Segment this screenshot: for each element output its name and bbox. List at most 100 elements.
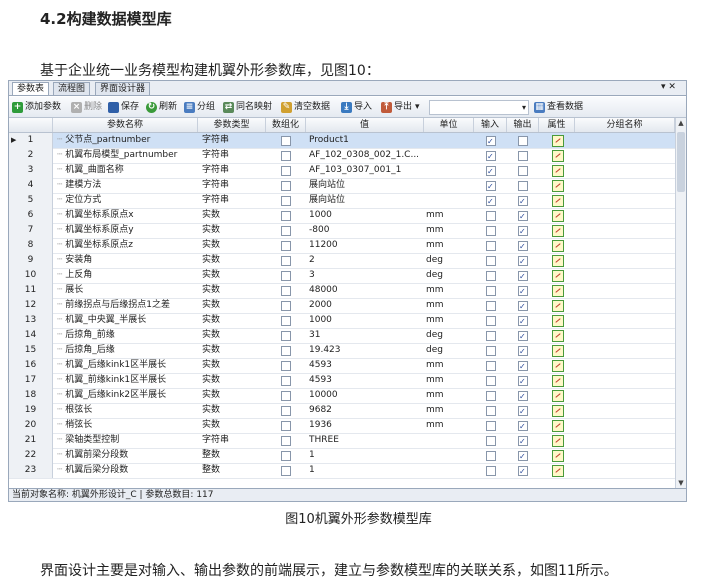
edit-property-icon[interactable] bbox=[552, 165, 564, 177]
unit-cell[interactable]: mm bbox=[426, 238, 474, 253]
unit-cell[interactable] bbox=[426, 193, 474, 208]
name-cell[interactable]: ┄ 机翼后梁分段数 bbox=[57, 463, 198, 478]
name-cell[interactable]: ┄ 梁轴类型控制 bbox=[57, 433, 198, 448]
group-name-cell[interactable] bbox=[575, 253, 675, 268]
edit-property-icon[interactable] bbox=[552, 255, 564, 267]
type-cell[interactable]: 实数 bbox=[202, 343, 266, 358]
property-cell[interactable] bbox=[539, 208, 575, 223]
unit-cell[interactable] bbox=[426, 178, 474, 193]
input-checkbox[interactable] bbox=[486, 271, 496, 281]
array-checkbox[interactable] bbox=[281, 211, 291, 221]
output-cell[interactable] bbox=[507, 163, 539, 178]
table-row[interactable]: 23 ┄ 机翼后梁分段数 整数 1 bbox=[9, 463, 675, 479]
input-checkbox[interactable] bbox=[486, 406, 496, 416]
edit-property-icon[interactable] bbox=[552, 405, 564, 417]
output-cell[interactable] bbox=[507, 238, 539, 253]
header-value[interactable]: 值 bbox=[306, 118, 424, 132]
output-cell[interactable] bbox=[507, 268, 539, 283]
value-cell[interactable]: 1 bbox=[309, 463, 424, 478]
view-data-button[interactable]: ▦ 查看数据 bbox=[534, 100, 583, 114]
table-row[interactable]: 12 ┄ 前缘拐点与后缘拐点1之差 实数 2000 mm bbox=[9, 298, 675, 314]
clear-data-button[interactable]: ✎ 清空数据 bbox=[281, 100, 330, 114]
same-name-mapping-button[interactable]: ⇄ 同名映射 bbox=[223, 100, 272, 114]
edit-property-icon[interactable] bbox=[552, 330, 564, 342]
group-name-cell[interactable] bbox=[575, 163, 675, 178]
array-checkbox[interactable] bbox=[281, 196, 291, 206]
header-input[interactable]: 输入 bbox=[474, 118, 507, 132]
value-cell[interactable]: 1936 bbox=[309, 418, 424, 433]
output-cell[interactable] bbox=[507, 208, 539, 223]
array-cell[interactable] bbox=[266, 238, 306, 253]
table-row[interactable]: 3 ┄ 机翼_曲面名称 字符串 AF_103_0307_001_1 bbox=[9, 163, 675, 179]
output-checkbox[interactable] bbox=[518, 151, 528, 161]
name-cell[interactable]: ┄ 根弦长 bbox=[57, 403, 198, 418]
data-selector-combo[interactable]: ▾ bbox=[429, 100, 529, 115]
scroll-thumb[interactable] bbox=[677, 132, 685, 192]
name-cell[interactable]: ┄ 机翼_曲面名称 bbox=[57, 163, 198, 178]
type-cell[interactable]: 整数 bbox=[202, 463, 266, 478]
edit-property-icon[interactable] bbox=[552, 420, 564, 432]
array-cell[interactable] bbox=[266, 328, 306, 343]
value-cell[interactable]: 2 bbox=[309, 253, 424, 268]
table-row[interactable]: 13 ┄ 机翼_中央翼_半展长 实数 1000 mm bbox=[9, 313, 675, 329]
unit-cell[interactable]: mm bbox=[426, 373, 474, 388]
input-cell[interactable] bbox=[474, 148, 507, 163]
input-cell[interactable] bbox=[474, 298, 507, 313]
property-cell[interactable] bbox=[539, 163, 575, 178]
header-type[interactable]: 参数类型 bbox=[198, 118, 266, 132]
input-cell[interactable] bbox=[474, 358, 507, 373]
value-cell[interactable]: 展向站位 bbox=[309, 193, 424, 208]
header-name[interactable]: 参数名称 bbox=[53, 118, 198, 132]
type-cell[interactable]: 整数 bbox=[202, 448, 266, 463]
output-checkbox[interactable] bbox=[518, 359, 528, 373]
input-cell[interactable] bbox=[474, 373, 507, 388]
name-cell[interactable]: ┄ 建模方法 bbox=[57, 178, 198, 193]
unit-cell[interactable] bbox=[426, 163, 474, 178]
edit-property-icon[interactable] bbox=[552, 360, 564, 372]
export-dropdown-icon[interactable]: ▾ bbox=[415, 100, 420, 114]
window-controls[interactable]: ▾ ✕ bbox=[661, 82, 676, 92]
value-cell[interactable]: 4593 bbox=[309, 373, 424, 388]
output-checkbox[interactable] bbox=[518, 344, 528, 358]
name-cell[interactable]: ┄ 机翼_中央翼_半展长 bbox=[57, 313, 198, 328]
output-checkbox[interactable] bbox=[518, 314, 528, 328]
table-row[interactable]: 20 ┄ 梢弦长 实数 1936 mm bbox=[9, 418, 675, 434]
property-cell[interactable] bbox=[539, 283, 575, 298]
scroll-down-icon[interactable]: ▼ bbox=[676, 478, 686, 488]
input-checkbox[interactable] bbox=[486, 436, 496, 446]
group-name-cell[interactable] bbox=[575, 223, 675, 238]
property-cell[interactable] bbox=[539, 253, 575, 268]
header-group-name[interactable]: 分组名称 bbox=[575, 118, 675, 132]
edit-property-icon[interactable] bbox=[552, 465, 564, 477]
name-cell[interactable]: ┄ 机翼布局模型_partnumber bbox=[57, 148, 198, 163]
import-button[interactable]: ⤓ 导入 bbox=[341, 100, 372, 114]
array-cell[interactable] bbox=[266, 388, 306, 403]
property-cell[interactable] bbox=[539, 328, 575, 343]
output-checkbox[interactable] bbox=[518, 136, 528, 146]
input-cell[interactable] bbox=[474, 433, 507, 448]
type-cell[interactable]: 实数 bbox=[202, 208, 266, 223]
value-cell[interactable]: AF_103_0307_001_1 bbox=[309, 163, 424, 178]
input-checkbox[interactable] bbox=[486, 376, 496, 386]
array-cell[interactable] bbox=[266, 253, 306, 268]
output-checkbox[interactable] bbox=[518, 269, 528, 283]
unit-cell[interactable]: mm bbox=[426, 418, 474, 433]
array-checkbox[interactable] bbox=[281, 421, 291, 431]
output-cell[interactable] bbox=[507, 253, 539, 268]
edit-property-icon[interactable] bbox=[552, 450, 564, 462]
input-checkbox[interactable] bbox=[486, 316, 496, 326]
unit-cell[interactable] bbox=[426, 433, 474, 448]
array-cell[interactable] bbox=[266, 148, 306, 163]
array-cell[interactable] bbox=[266, 133, 306, 148]
table-row[interactable]: 22 ┄ 机翼前梁分段数 整数 1 bbox=[9, 448, 675, 464]
table-row[interactable]: ▶ 1 ┄ 父节点_partnumber 字符串 Product1 bbox=[9, 133, 675, 149]
group-name-cell[interactable] bbox=[575, 298, 675, 313]
group-name-cell[interactable] bbox=[575, 463, 675, 478]
edit-property-icon[interactable] bbox=[552, 240, 564, 252]
output-cell[interactable] bbox=[507, 463, 539, 478]
edit-property-icon[interactable] bbox=[552, 315, 564, 327]
value-cell[interactable]: 31 bbox=[309, 328, 424, 343]
property-cell[interactable] bbox=[539, 313, 575, 328]
unit-cell[interactable]: mm bbox=[426, 403, 474, 418]
output-checkbox[interactable] bbox=[518, 194, 528, 208]
